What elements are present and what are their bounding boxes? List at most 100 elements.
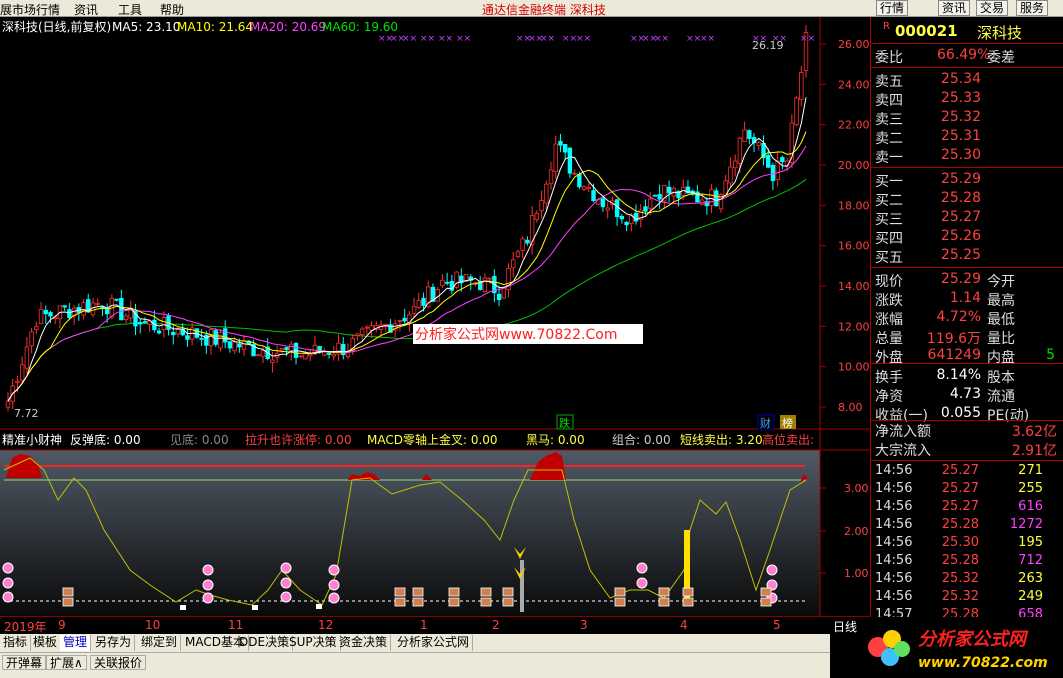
- y-tick-label: 26.00: [838, 38, 870, 51]
- combo-signal-icon: [480, 597, 492, 607]
- y-tick-label: 10.00: [838, 361, 870, 374]
- menu-news[interactable]: 资讯: [74, 1, 98, 18]
- stat-row: 涨跌 1.14 最高: [871, 290, 1061, 309]
- indicator-field: 见底: 0.00: [170, 432, 229, 447]
- toggle-danmaku[interactable]: 开弹幕: [2, 655, 47, 670]
- buy-signal-icon: [328, 564, 340, 576]
- candle-body: [270, 359, 275, 364]
- menu-market[interactable]: 展市场行情: [0, 1, 60, 18]
- bottom-signal-icon: [252, 605, 258, 610]
- tab-template[interactable]: 模板: [30, 635, 62, 651]
- ask-row[interactable]: 卖三 25.32: [871, 109, 1061, 128]
- tick-time: 14:56: [875, 517, 913, 532]
- combo-signal-icon: [614, 597, 626, 607]
- related-quotes[interactable]: 关联报价: [90, 655, 147, 670]
- candle-body: [218, 332, 223, 349]
- ind-tick-label: 3.00: [844, 482, 869, 495]
- tab-save-as[interactable]: 另存为: [92, 635, 136, 651]
- signal-marker: ××: [686, 34, 701, 44]
- candle-body: [586, 187, 591, 190]
- period-label[interactable]: 日线: [833, 618, 857, 635]
- candle-body: [223, 328, 228, 343]
- tick-row: 14:56 25.32 249: [871, 589, 1061, 607]
- tab-bind-to[interactable]: 绑定到: [138, 635, 182, 651]
- bid-price: 25.27: [940, 209, 981, 225]
- btn-quotes[interactable]: 行情: [876, 0, 909, 16]
- signal-marker: ××: [456, 34, 471, 44]
- signal-marker: ××: [420, 34, 435, 44]
- combo-signal-icon: [448, 587, 460, 597]
- combo-signal-icon: [658, 587, 670, 597]
- combo-signal-icon: [448, 597, 460, 607]
- btn-service[interactable]: 服务: [1016, 0, 1049, 16]
- candle-body: [256, 354, 261, 357]
- menu-tools[interactable]: 工具: [118, 1, 142, 18]
- indicator-field: 组合: 0.00: [612, 432, 671, 447]
- weibi-label: 委比: [875, 50, 903, 66]
- bid-price: 25.25: [940, 247, 981, 263]
- candle-body: [161, 317, 167, 330]
- tick-volume: 616: [1018, 499, 1043, 514]
- tick-row: 14:56 25.30 195: [871, 535, 1061, 553]
- y-tick-label: 8.00: [838, 401, 863, 414]
- candle-body: [643, 206, 648, 212]
- stat-label: 现价: [875, 274, 903, 290]
- stat-label-2: 最高: [987, 293, 1015, 309]
- bid-row[interactable]: 买一 25.29: [871, 171, 1061, 190]
- candle-body: [43, 309, 48, 315]
- bid-row[interactable]: 买二 25.28: [871, 190, 1061, 209]
- ma60-label: MA60: 19.60: [322, 20, 398, 34]
- ask-price: 25.33: [940, 90, 981, 106]
- candle-body: [326, 352, 332, 355]
- bid-row[interactable]: 买三 25.27: [871, 209, 1061, 228]
- weibi-value: 66.49%: [937, 47, 991, 63]
- tab-dde-decision[interactable]: DDE决策: [236, 635, 294, 651]
- menu-help[interactable]: 帮助: [160, 1, 184, 18]
- tick-time: 14:56: [875, 553, 913, 568]
- tab-manage[interactable]: 管理: [60, 635, 92, 651]
- btn-trade[interactable]: 交易: [976, 0, 1009, 16]
- candle-body: [81, 302, 86, 316]
- date-label-apr: 4: [680, 618, 688, 632]
- date-label-year: 2019年: [4, 620, 47, 634]
- combo-signal-icon: [412, 587, 424, 597]
- ask-row[interactable]: 卖一 25.30: [871, 147, 1061, 166]
- ask-row[interactable]: 卖五 25.34: [871, 71, 1061, 90]
- tab-fund-decision[interactable]: 资金决策: [336, 635, 392, 651]
- kline-chart[interactable]: 26.00 24.00 22.00 20.00 18.00 16.00 14.00 12.00…: [0, 17, 870, 430]
- y-tick-label: 20.00: [838, 159, 870, 172]
- buy-signal-icon: [280, 591, 292, 603]
- tab-indicator[interactable]: 指标: [0, 635, 32, 651]
- candle-body: [232, 341, 237, 352]
- event-label-finance[interactable]: 财: [760, 416, 771, 430]
- event-label-rank[interactable]: 榜: [782, 416, 793, 430]
- expand-button[interactable]: 扩展∧: [46, 655, 87, 670]
- candle-body: [104, 308, 110, 315]
- btn-news[interactable]: 资讯: [938, 0, 971, 16]
- ask-label: 卖三: [875, 112, 903, 128]
- ask-row[interactable]: 卖四 25.33: [871, 90, 1061, 109]
- candle-body: [548, 169, 554, 185]
- stat-label-2: 内盘: [987, 350, 1015, 366]
- stat-extra: 5: [1046, 347, 1055, 363]
- indicator-field: MACD零轴上金叉: 0.00: [367, 432, 498, 447]
- tick-row: 14:56 25.27 616: [871, 499, 1061, 517]
- stat-value: 4.72%: [936, 309, 981, 325]
- fundamental-label-2: 流通: [987, 389, 1015, 405]
- date-label-jan: 1: [420, 618, 428, 632]
- candle-body: [666, 186, 672, 194]
- ma20-label: MA20: 20.69: [250, 20, 326, 34]
- event-label-down[interactable]: 跌: [559, 416, 570, 430]
- bid-row[interactable]: 买五 25.25: [871, 247, 1061, 266]
- candle-body: [227, 341, 233, 349]
- tab-sup-decision[interactable]: SUP决策: [286, 635, 341, 651]
- weibi-row: 委比 66.49% 委差: [871, 47, 1061, 66]
- tab-formula-site[interactable]: 分析家公式网: [394, 635, 474, 651]
- candle-body: [794, 97, 799, 126]
- ask-row[interactable]: 卖二 25.31: [871, 128, 1061, 147]
- y-tick-label: 22.00: [838, 119, 870, 132]
- candle-body: [577, 173, 582, 188]
- margin-marker: R: [883, 21, 890, 32]
- indicator-chart[interactable]: 精准小财神 反弹底: 0.00 见底: 0.00 拉升也许涨停: 0.00 MACD零轴…: [0, 430, 870, 616]
- bid-row[interactable]: 买四 25.26: [871, 228, 1061, 247]
